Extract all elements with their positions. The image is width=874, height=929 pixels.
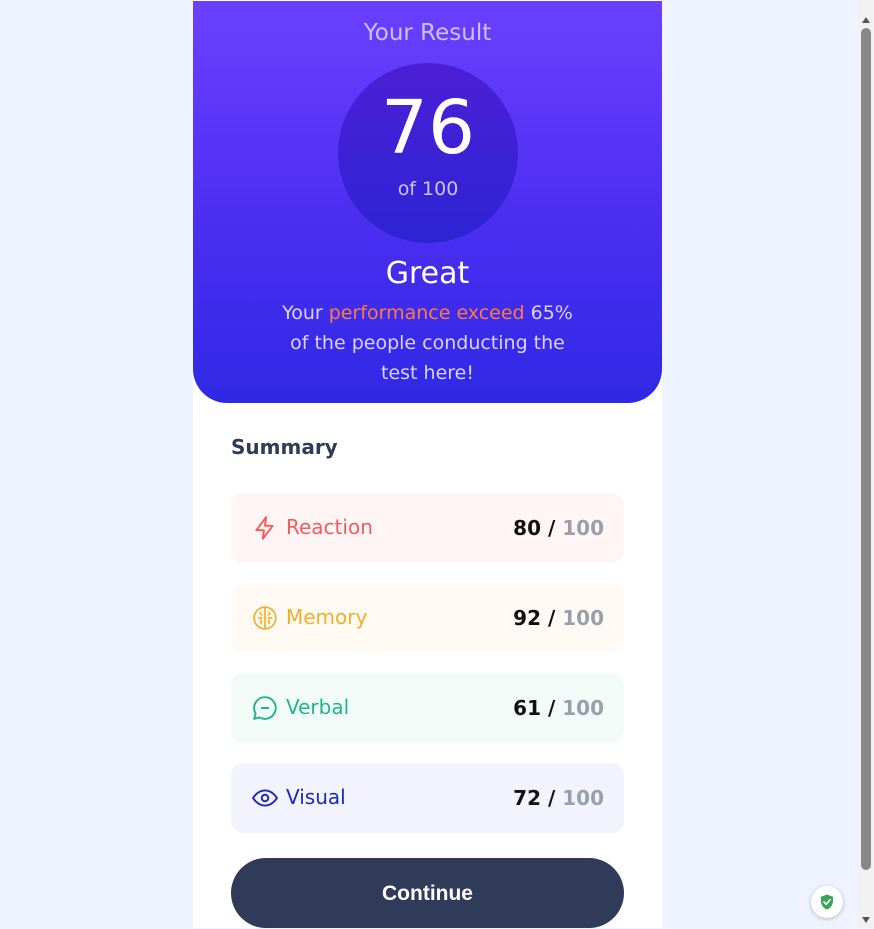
result-panel: Your Result 76 of 100 Great Your perform… [193,1,662,403]
summary-score-memory: 92 / 100 [513,606,604,630]
security-extension-button[interactable] [811,886,843,918]
page-scrollbar[interactable] [858,0,874,928]
score-max: 100 [562,516,604,540]
score-separator: / [541,516,563,540]
summary-row-visual: Visual 72 / 100 [231,763,624,833]
summary-label-memory: Memory [286,605,368,629]
summary-row-reaction: Reaction 80 / 100 [231,493,624,563]
summary-score-verbal: 61 / 100 [513,696,604,720]
scroll-down-icon[interactable] [861,910,871,923]
score-separator: / [541,696,563,720]
score-value: 76 [380,85,476,171]
scroll-up-icon[interactable] [861,10,871,23]
score-value: 72 [513,786,542,810]
score-circle: 76 of 100 [338,63,518,243]
results-card: Your Result 76 of 100 Great Your perform… [193,0,662,928]
summary-label-verbal: Verbal [286,695,350,719]
score-value: 80 [513,516,542,540]
scrollbar-thumb[interactable] [861,28,871,870]
summary-row-memory: Memory 92 / 100 [231,583,624,653]
shield-check-icon [818,893,836,911]
score-max: 100 [562,786,604,810]
score-value: 61 [513,696,542,720]
message-prefix: Your [282,302,329,324]
summary-label-visual: Visual [286,785,346,809]
score-value: 92 [513,606,542,630]
result-message: Your performance exceed 65% of the peopl… [275,298,580,388]
score-separator: / [541,786,563,810]
eye-icon [252,785,278,811]
score-max: 100 [562,696,604,720]
score-max: 100 [562,606,604,630]
score-separator: / [541,606,563,630]
summary-row-verbal: Verbal 61 / 100 [231,673,624,743]
score-max-text: of 100 [397,178,459,200]
brain-icon [252,605,278,631]
chat-icon [252,695,278,721]
summary-score-visual: 72 / 100 [513,786,604,810]
message-highlight: performance exceed [328,302,525,324]
lightning-icon [252,515,278,541]
result-title: Your Result [363,20,492,46]
summary-label-reaction: Reaction [286,515,373,539]
summary-score-reaction: 80 / 100 [513,516,604,540]
continue-button[interactable]: Continue [231,858,624,928]
summary-title: Summary [231,435,338,459]
grade-label: Great [385,256,470,291]
